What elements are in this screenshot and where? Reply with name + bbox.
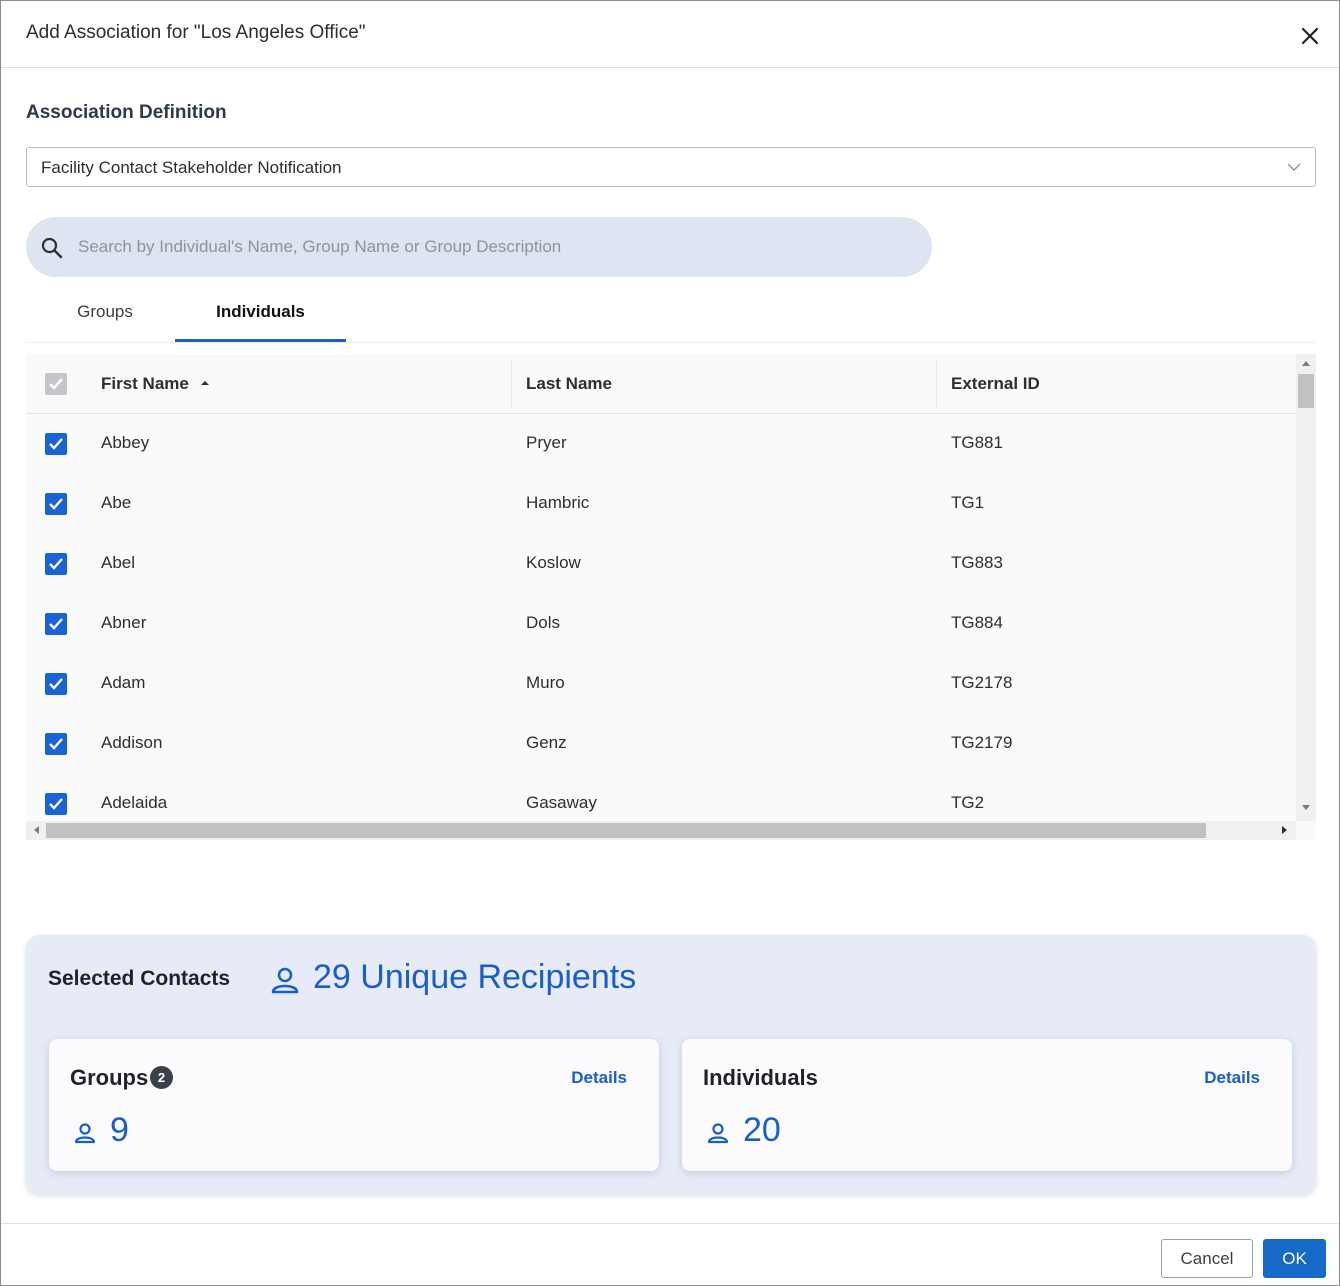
row-checkbox[interactable] [45, 793, 67, 815]
column-header-first-name[interactable]: First Name [101, 374, 189, 394]
row-checkbox[interactable] [45, 613, 67, 635]
tab-individuals[interactable]: Individuals [175, 291, 346, 342]
dialog-header: Add Association for "Los Angeles Office" [1, 1, 1339, 68]
unique-recipients-count: 29 Unique Recipients [313, 958, 637, 996]
association-definition-select[interactable]: Facility Contact Stakeholder Notificatio… [26, 147, 1316, 187]
groups-details-link[interactable]: Details [571, 1068, 627, 1088]
column-separator[interactable] [936, 360, 937, 408]
row-checkbox[interactable] [45, 733, 67, 755]
cell-external-id: TG2 [951, 793, 985, 812]
checkmark-icon [49, 798, 63, 810]
individuals-summary-card: Individuals Details 20 [682, 1039, 1292, 1171]
cell-external-id: TG2179 [951, 733, 1013, 752]
column-separator[interactable] [511, 360, 512, 408]
individuals-recipient-count: 20 [743, 1111, 781, 1149]
row-checkbox[interactable] [45, 673, 67, 695]
vertical-scrollbar[interactable] [1296, 354, 1316, 821]
cell-last-name: Genz [526, 733, 567, 752]
cell-first-name: Abe [101, 493, 132, 512]
cell-first-name: Abel [101, 553, 136, 572]
cell-external-id: TG1 [951, 493, 985, 512]
person-icon [271, 967, 299, 994]
vertical-scroll-thumb[interactable] [1298, 374, 1314, 408]
row-checkbox[interactable] [45, 433, 67, 455]
tab-bar: Groups Individuals [26, 291, 1316, 343]
table-row[interactable]: Abe Hambric TG1 [26, 474, 1296, 534]
close-icon [1301, 27, 1319, 45]
horizontal-scroll-thumb[interactable] [46, 823, 1206, 838]
table-row[interactable]: Abner Dols TG884 [26, 594, 1296, 654]
cell-first-name: Addison [101, 733, 163, 752]
checkmark-icon [49, 438, 63, 450]
tab-groups[interactable]: Groups [46, 291, 164, 342]
scroll-left-icon[interactable] [33, 826, 39, 834]
selected-contacts-title: Selected Contacts [48, 967, 231, 990]
person-icon [74, 1123, 96, 1144]
scroll-up-icon[interactable] [1302, 360, 1310, 366]
column-header-external-id[interactable]: External ID [951, 374, 1040, 394]
cell-external-id: TG881 [951, 433, 1003, 452]
scroll-right-icon[interactable] [1282, 826, 1288, 834]
cell-last-name: Muro [526, 673, 565, 692]
groups-summary-card: Groups 2 Details 9 [49, 1039, 659, 1171]
groups-recipient-count: 9 [110, 1111, 129, 1149]
chevron-down-icon [1287, 163, 1301, 171]
checkmark-icon [49, 498, 63, 510]
selected-contacts-panel: Selected Contacts 29 Unique Recipients G… [26, 935, 1316, 1194]
row-checkbox[interactable] [45, 553, 67, 575]
individuals-grid: First Name Last Name External ID Abbey P… [26, 354, 1316, 840]
search-bar [26, 217, 932, 277]
dialog-footer: Cancel OK [1, 1223, 1339, 1286]
cell-last-name: Hambric [526, 493, 590, 512]
horizontal-scrollbar[interactable] [26, 821, 1296, 840]
sort-ascending-icon[interactable] [200, 378, 210, 388]
search-input[interactable] [78, 231, 908, 263]
person-icon [707, 1123, 729, 1144]
scroll-down-icon[interactable] [1302, 805, 1310, 811]
row-checkbox[interactable] [45, 493, 67, 515]
individuals-details-link[interactable]: Details [1204, 1068, 1260, 1088]
add-association-dialog: Add Association for "Los Angeles Office"… [0, 0, 1340, 1286]
search-icon [41, 237, 63, 259]
association-definition-value: Facility Contact Stakeholder Notificatio… [41, 158, 342, 177]
table-row[interactable]: Abbey Pryer TG881 [26, 414, 1296, 474]
cell-first-name: Abbey [101, 433, 150, 452]
association-definition-label: Association Definition [26, 102, 227, 123]
cell-last-name: Gasaway [526, 793, 597, 812]
groups-card-title: Groups [70, 1065, 149, 1090]
select-all-checkbox[interactable] [45, 373, 67, 395]
checkmark-icon [49, 378, 63, 390]
cell-last-name: Koslow [526, 553, 581, 572]
cell-external-id: TG884 [951, 613, 1003, 632]
ok-button[interactable]: OK [1263, 1239, 1326, 1278]
checkmark-icon [49, 558, 63, 570]
groups-count-badge: 2 [150, 1066, 173, 1089]
cell-last-name: Dols [526, 613, 561, 632]
cell-last-name: Pryer [526, 433, 567, 452]
checkmark-icon [49, 678, 63, 690]
checkmark-icon [49, 738, 63, 750]
individuals-card-title: Individuals [703, 1065, 818, 1090]
cell-first-name: Adam [101, 673, 146, 692]
checkmark-icon [49, 618, 63, 630]
cell-first-name: Adelaida [101, 793, 168, 812]
cell-external-id: TG883 [951, 553, 1003, 572]
close-button[interactable] [1298, 24, 1322, 48]
table-row[interactable]: Adam Muro TG2178 [26, 654, 1296, 714]
cancel-button[interactable]: Cancel [1161, 1239, 1253, 1278]
grid-header: First Name Last Name External ID [26, 354, 1296, 414]
table-row[interactable]: Abel Koslow TG883 [26, 534, 1296, 594]
cell-external-id: TG2178 [951, 673, 1013, 692]
column-header-last-name[interactable]: Last Name [526, 374, 612, 394]
table-row[interactable]: Addison Genz TG2179 [26, 714, 1296, 774]
cell-first-name: Abner [101, 613, 147, 632]
dialog-title: Add Association for "Los Angeles Office" [26, 22, 366, 43]
